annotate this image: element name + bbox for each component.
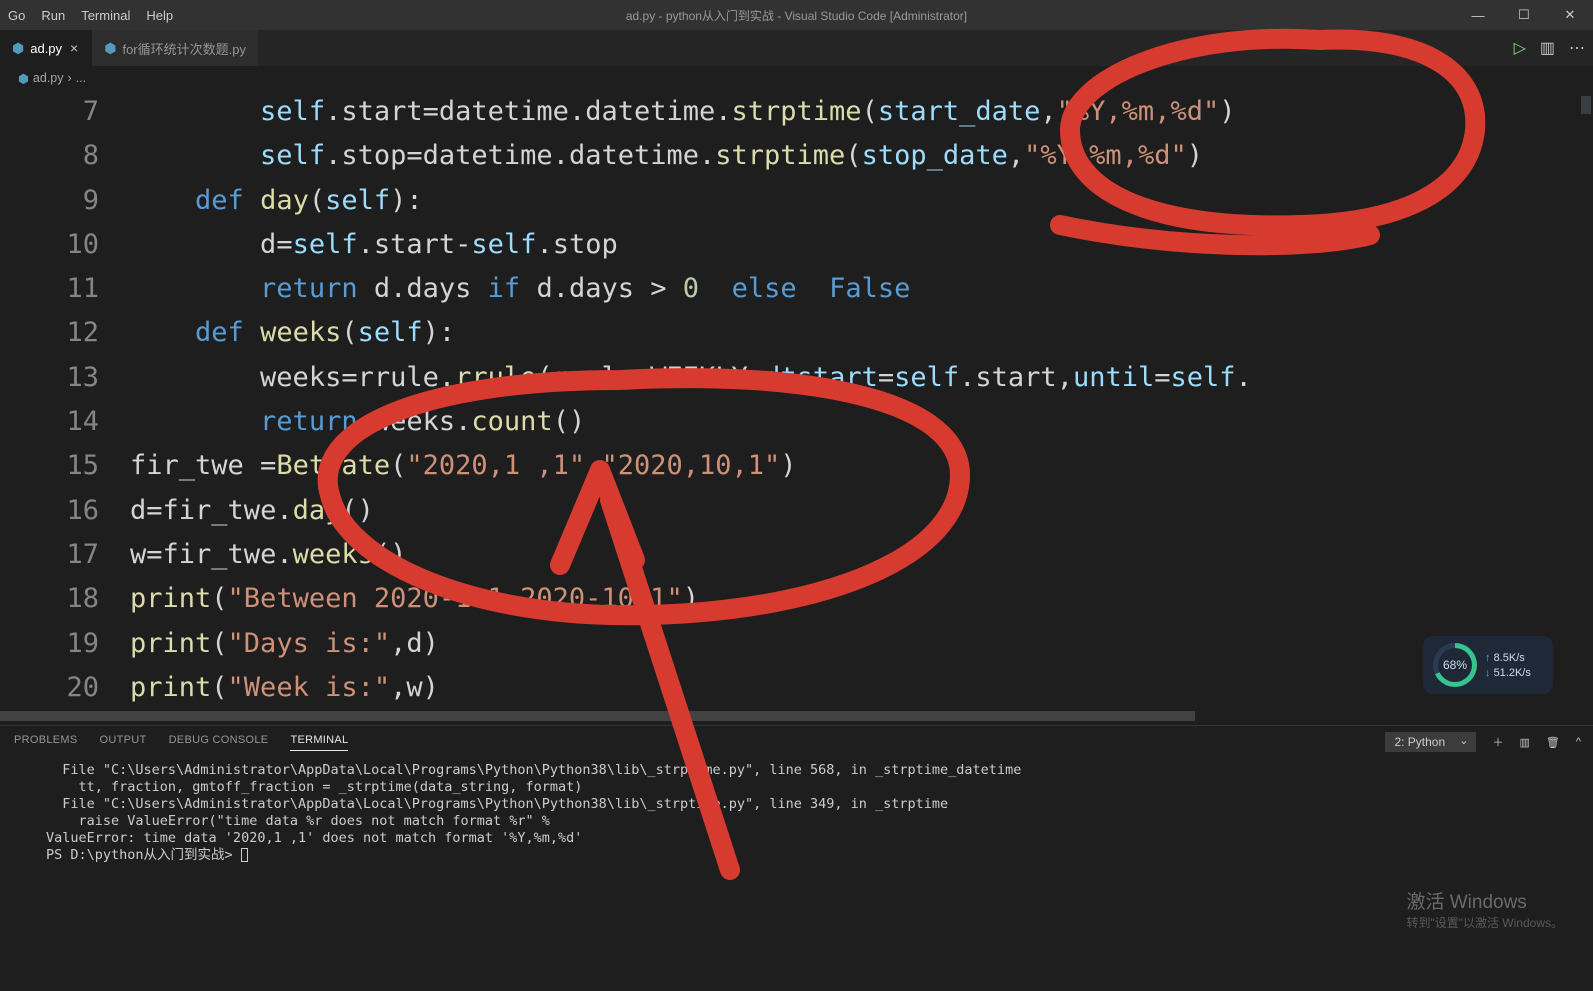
line-number: 10 (0, 223, 130, 267)
line-number: 15 (0, 444, 130, 488)
panel-tab-output[interactable]: OUTPUT (100, 734, 147, 751)
panel-tab-debug-console[interactable]: DEBUG CONSOLE (169, 734, 269, 751)
code-line[interactable]: 11 return d.days if d.days > 0 else Fals… (0, 267, 1593, 311)
split-terminal-icon[interactable]: ▥ (1519, 736, 1529, 749)
minimize-button[interactable]: — (1455, 0, 1501, 30)
line-number: 12 (0, 311, 130, 355)
terminal-line: tt, fraction, gmtoff_fraction = _strptim… (46, 779, 1573, 796)
line-number: 13 (0, 356, 130, 400)
line-number: 16 (0, 489, 130, 533)
line-number: 7 (0, 90, 130, 134)
line-number: 9 (0, 179, 130, 223)
editor-tab[interactable]: ⬢ ad.py × (0, 30, 92, 66)
editor-tabs: ⬢ ad.py × ⬢ for循环统计次数题.py ▷ ▥ ⋯ (0, 30, 1593, 66)
code-line[interactable]: 15fir_twe =BetDate("2020,1 ,1","2020,10,… (0, 444, 1593, 488)
code-line[interactable]: 13 weeks=rrule.rrule(rrule.WEEKLY,dtstar… (0, 356, 1593, 400)
line-number: 17 (0, 533, 130, 577)
python-file-icon: ⬢ (104, 40, 116, 57)
line-number: 20 (0, 666, 130, 710)
code-editor[interactable]: 7 self.start=datetime.datetime.strptime(… (0, 90, 1593, 711)
panel-tab-terminal[interactable]: TERMINAL (290, 734, 348, 751)
python-file-icon: ⬢ (12, 40, 24, 57)
breadcrumb[interactable]: ⬢ ad.py › ... (0, 66, 1593, 90)
line-number: 8 (0, 134, 130, 178)
code-line[interactable]: 12 def weeks(self): (0, 311, 1593, 355)
kill-terminal-icon[interactable]: 🗑 (1546, 736, 1560, 749)
code-line[interactable]: 17w=fir_twe.weeks() (0, 533, 1593, 577)
line-number: 19 (0, 622, 130, 666)
terminal-line: ValueError: time data '2020,1 ,1' does n… (46, 830, 1573, 847)
terminal-line: raise ValueError("time data %r does not … (46, 813, 1573, 830)
line-number: 11 (0, 267, 130, 311)
run-icon[interactable]: ▷ (1514, 38, 1526, 58)
menu-item-run[interactable]: Run (33, 8, 73, 23)
minimap[interactable] (1579, 90, 1593, 701)
menu-item-go[interactable]: Go (0, 8, 33, 23)
code-line[interactable]: 7 self.start=datetime.datetime.strptime(… (0, 90, 1593, 134)
terminal-output[interactable]: File "C:\Users\Administrator\AppData\Loc… (0, 758, 1593, 991)
split-editor-icon[interactable]: ▥ (1540, 38, 1555, 58)
tab-label: for循环统计次数题.py (122, 39, 246, 58)
bottom-panel: PROBLEMS OUTPUT DEBUG CONSOLE TERMINAL 2: P… (0, 725, 1593, 991)
tab-label: ad.py (30, 41, 62, 56)
code-line[interactable]: 16d=fir_twe.day() (0, 489, 1593, 533)
menu-item-terminal[interactable]: Terminal (73, 8, 138, 23)
terminal-line: PS D:\python从入门到实战> (46, 847, 1573, 864)
terminal-selector[interactable]: 2: Python (1385, 732, 1476, 752)
breadcrumb-tail: ... (76, 71, 86, 85)
more-actions-icon[interactable]: ⋯ (1569, 38, 1585, 58)
code-line[interactable]: 19print("Days is:",d) (0, 622, 1593, 666)
terminal-line: File "C:\Users\Administrator\AppData\Loc… (46, 762, 1573, 779)
window-title: ad.py - python从入门到实战 - Visual Studio Cod… (626, 7, 967, 24)
code-line[interactable]: 18print("Between 2020-1-1,2020-10-1") (0, 577, 1593, 621)
panel-tab-problems[interactable]: PROBLEMS (14, 734, 78, 751)
code-line[interactable]: 9 def day(self): (0, 179, 1593, 223)
code-line[interactable]: 20print("Week is:",w) (0, 666, 1593, 710)
close-window-button[interactable]: ✕ (1547, 0, 1593, 30)
breadcrumb-file: ad.py (33, 71, 64, 85)
python-file-icon: ⬢ (18, 71, 29, 86)
editor-tab[interactable]: ⬢ for循环统计次数题.py (92, 30, 258, 66)
code-line[interactable]: 8 self.stop=datetime.datetime.strptime(s… (0, 134, 1593, 178)
panel-chevron-icon[interactable]: ^ (1576, 736, 1581, 748)
terminal-line: File "C:\Users\Administrator\AppData\Loc… (46, 796, 1573, 813)
code-line[interactable]: 10 d=self.start-self.stop (0, 223, 1593, 267)
editor-horizontal-scrollbar[interactable] (0, 711, 1593, 725)
code-line[interactable]: 14 return weeks.count() (0, 400, 1593, 444)
line-number: 14 (0, 400, 130, 444)
line-number: 18 (0, 577, 130, 621)
tab-close-icon[interactable]: × (68, 40, 80, 56)
menu-bar: GoRunTerminalHelp ad.py - python从入门到实战 -… (0, 0, 1593, 30)
panel-tab-bar: PROBLEMS OUTPUT DEBUG CONSOLE TERMINAL 2: P… (0, 726, 1593, 758)
new-terminal-icon[interactable]: ＋ (1492, 734, 1503, 750)
menu-item-help[interactable]: Help (138, 8, 181, 23)
maximize-button[interactable]: ☐ (1501, 0, 1547, 30)
